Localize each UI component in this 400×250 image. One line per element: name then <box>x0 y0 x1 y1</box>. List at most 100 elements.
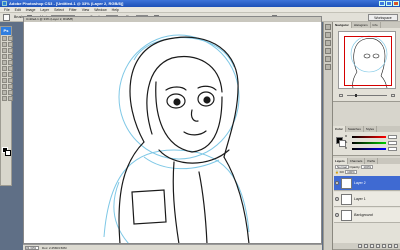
navigator-view-box[interactable] <box>344 36 392 86</box>
left-pupil <box>173 98 181 106</box>
delete-layer-icon[interactable] <box>394 244 398 248</box>
lock-icon[interactable]: 🔒 <box>335 170 339 174</box>
visibility-eye-icon[interactable] <box>335 197 339 201</box>
tab-info[interactable]: Info <box>371 22 381 28</box>
dock-history-icon[interactable] <box>325 24 331 30</box>
tab-layers[interactable]: Layers <box>333 158 348 164</box>
brush-tool-icon[interactable] <box>8 54 13 59</box>
layer-mask-icon[interactable] <box>370 244 374 248</box>
link-layers-icon[interactable] <box>358 244 362 248</box>
shape-tool-icon[interactable] <box>8 84 13 89</box>
gradient-tool-icon[interactable] <box>8 66 13 71</box>
adjustment-layer-icon[interactable] <box>376 244 380 248</box>
brush-tool-preset-icon[interactable] <box>3 14 10 21</box>
menu-file[interactable]: File <box>4 7 10 12</box>
zoom-slider-track[interactable] <box>347 95 387 96</box>
blend-mode-select[interactable]: Normal <box>335 165 349 169</box>
tab-color[interactable]: Color <box>333 126 346 132</box>
new-layer-icon[interactable] <box>388 244 392 248</box>
layer-fill-field[interactable]: 100% <box>345 170 357 174</box>
visibility-eye-icon[interactable] <box>335 213 339 217</box>
marquee-tool-icon[interactable] <box>8 36 13 41</box>
close-icon[interactable] <box>393 1 399 6</box>
magic-wand-tool-icon[interactable] <box>8 42 13 47</box>
dock-brushes-icon[interactable] <box>325 40 331 46</box>
face-outline <box>155 81 223 153</box>
path-select-tool-icon[interactable] <box>2 84 7 89</box>
maximize-icon[interactable] <box>386 1 392 6</box>
green-channel-row[interactable]: G <box>345 140 397 145</box>
pen-tool-icon[interactable] <box>2 78 7 83</box>
pocket <box>131 189 167 225</box>
type-tool-icon[interactable] <box>8 78 13 83</box>
zoom-in-icon[interactable] <box>391 94 395 97</box>
layer-opacity-field[interactable]: 100% <box>361 165 374 169</box>
dodge-tool-icon[interactable] <box>8 72 13 77</box>
menu-filter[interactable]: Filter <box>69 7 77 12</box>
healing-tool-icon[interactable] <box>2 54 7 59</box>
dock-actions-icon[interactable] <box>325 32 331 38</box>
crop-tool-icon[interactable] <box>2 48 7 53</box>
dock-tool-presets-icon[interactable] <box>325 48 331 54</box>
slice-tool-icon[interactable] <box>8 48 13 53</box>
layer-row-background[interactable]: Background <box>334 208 400 223</box>
menu-edit[interactable]: Edit <box>15 7 21 12</box>
zoom-slider-thumb[interactable] <box>355 94 357 97</box>
minimize-icon[interactable] <box>379 1 385 6</box>
visibility-eye-icon[interactable] <box>335 181 339 185</box>
hand-tool-icon[interactable] <box>2 96 7 101</box>
red-channel-ramp[interactable] <box>352 136 386 138</box>
blue-channel-row[interactable]: B <box>345 146 397 151</box>
menu-window[interactable]: Window <box>94 7 106 12</box>
dock-character-icon[interactable] <box>325 56 331 62</box>
navigator-zoom-slider[interactable] <box>339 94 395 97</box>
layer-thumbnail <box>341 210 352 221</box>
layer-row-layer-1[interactable]: Layer 1 <box>334 192 400 207</box>
dock-paragraph-icon[interactable] <box>325 64 331 70</box>
green-channel-ramp[interactable] <box>352 142 386 144</box>
navigator-preview[interactable] <box>338 31 396 89</box>
tab-channels[interactable]: Channels <box>348 158 366 164</box>
status-bar: 33.33% Doc: 2.25M/4.50M <box>23 244 322 250</box>
green-channel-value[interactable] <box>388 141 397 145</box>
new-group-icon[interactable] <box>382 244 386 248</box>
color-tabs: Color Swatches Styles <box>333 126 400 132</box>
stamp-tool-icon[interactable] <box>2 60 7 65</box>
red-channel-row[interactable]: R <box>345 134 397 139</box>
lasso-tool-icon[interactable] <box>2 42 7 47</box>
eyedropper-tool-icon[interactable] <box>8 90 13 95</box>
zoom-field[interactable]: 33.33% <box>25 246 39 250</box>
sketch-canvas[interactable] <box>24 22 322 244</box>
layers-tabs: Layers Channels Paths <box>333 158 400 164</box>
menu-layer[interactable]: Layer <box>40 7 49 12</box>
history-brush-tool-icon[interactable] <box>8 60 13 65</box>
title-bar: Adobe Photoshop CS3 - [Untitled-1 @ 33% … <box>0 0 400 7</box>
layer-style-icon[interactable] <box>364 244 368 248</box>
blue-channel-ramp[interactable] <box>352 148 386 150</box>
tab-styles[interactable]: Styles <box>364 126 378 132</box>
tab-swatches[interactable]: Swatches <box>346 126 364 132</box>
red-channel-value[interactable] <box>388 135 397 139</box>
menu-image[interactable]: Image <box>26 7 36 12</box>
tab-navigator[interactable]: Navigator <box>333 22 352 28</box>
tab-paths[interactable]: Paths <box>365 158 379 164</box>
move-tool-icon[interactable] <box>2 36 7 41</box>
layer-fill-label: Fill: <box>339 170 345 174</box>
doc-size-info[interactable]: Doc: 2.25M/4.50M <box>42 246 67 250</box>
zoom-out-icon[interactable] <box>339 94 343 97</box>
sketch-hood-guide <box>133 37 235 68</box>
workspace-button[interactable]: Workspace <box>368 14 398 21</box>
tab-histogram[interactable]: Histogram <box>352 22 371 28</box>
menu-view[interactable]: View <box>82 7 90 12</box>
left-brow <box>165 86 187 91</box>
layer-row-layer-2[interactable]: Layer 2 <box>334 176 400 191</box>
menu-help[interactable]: Help <box>112 7 119 12</box>
notes-tool-icon[interactable] <box>2 90 7 95</box>
blur-tool-icon[interactable] <box>2 72 7 77</box>
document-window[interactable]: Untitled-1 @ 33% (Layer 2, RGB/8) <box>23 16 322 244</box>
blue-channel-value[interactable] <box>388 147 397 151</box>
background-color-swatch[interactable] <box>5 150 11 156</box>
eraser-tool-icon[interactable] <box>2 66 7 71</box>
menu-select[interactable]: Select <box>54 7 64 12</box>
zoom-tool-icon[interactable] <box>8 96 13 101</box>
